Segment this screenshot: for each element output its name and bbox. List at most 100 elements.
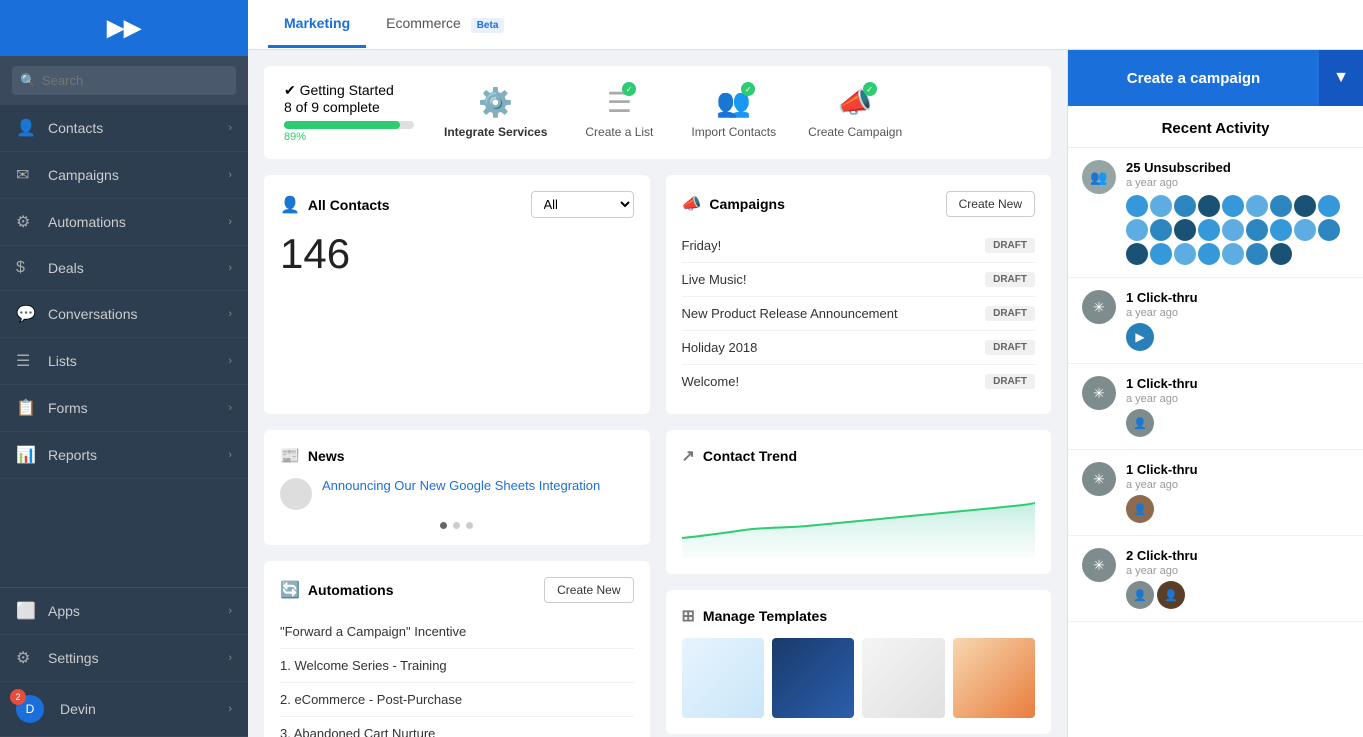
sidebar-item-automations[interactable]: ⚙ Automations ›	[0, 199, 248, 246]
draft-badge: DRAFT	[985, 272, 1035, 287]
news-dot[interactable]	[453, 522, 460, 529]
sidebar-item-lists[interactable]: ☰ Lists ›	[0, 338, 248, 385]
mini-avatar	[1150, 243, 1172, 265]
gs-step-integrate[interactable]: ⚙️ Integrate Services	[444, 86, 547, 139]
activity-item: ✳ 1 Click-thru a year ago 👤	[1068, 450, 1363, 536]
check-badge: ✓	[741, 82, 755, 96]
play-icon[interactable]: ▶	[1126, 323, 1154, 351]
create-campaign-button[interactable]: Create a campaign	[1068, 50, 1319, 106]
sidebar-item-campaigns[interactable]: ✉ Campaigns ›	[0, 152, 248, 199]
chevron-right-icon: ›	[228, 169, 232, 181]
campaigns-title: Campaigns	[709, 196, 784, 212]
chevron-right-icon: ›	[228, 402, 232, 414]
news-article-link[interactable]: Announcing Our New Google Sheets Integra…	[322, 478, 600, 493]
mini-avatar	[1246, 195, 1268, 217]
create-campaign-dropdown-button[interactable]: ▼	[1319, 50, 1363, 106]
cards-grid-row1: 👤 All Contacts All This Week This Month …	[264, 175, 1051, 414]
gs-step-list[interactable]: ☰ ✓ Create a List	[579, 86, 659, 139]
template-thumb[interactable]	[862, 638, 944, 718]
beta-badge: Beta	[471, 18, 505, 33]
campaign-item[interactable]: New Product Release Announcement DRAFT	[682, 297, 1036, 331]
template-thumb[interactable]	[953, 638, 1035, 718]
search-input[interactable]	[12, 66, 236, 95]
campaign-item[interactable]: Friday! DRAFT	[682, 229, 1036, 263]
campaign-item[interactable]: Live Music! DRAFT	[682, 263, 1036, 297]
activity-time: a year ago	[1126, 307, 1349, 319]
news-dot[interactable]	[466, 522, 473, 529]
mini-avatar	[1150, 195, 1172, 217]
gs-step-campaign[interactable]: 📣 ✓ Create Campaign	[808, 86, 902, 139]
progress-bar-container	[284, 121, 414, 129]
templates-icon: ⊞	[682, 606, 695, 626]
contacts-filter-select[interactable]: All This Week This Month	[531, 191, 634, 218]
tab-ecommerce[interactable]: Ecommerce Beta	[370, 1, 520, 48]
auto-item[interactable]: "Forward a Campaign" Incentive	[280, 615, 634, 649]
search-icon: 🔍	[20, 73, 36, 89]
sidebar-item-user[interactable]: D 2 Devin ›	[0, 682, 248, 737]
template-thumb[interactable]	[682, 638, 764, 718]
automations-create-button[interactable]: Create New	[544, 577, 633, 603]
sidebar-item-deals[interactable]: $ Deals ›	[0, 246, 248, 291]
gs-step-import[interactable]: 👥 ✓ Import Contacts	[691, 86, 776, 139]
sidebar-item-settings[interactable]: ⚙ Settings ›	[0, 635, 248, 682]
mini-avatar	[1174, 195, 1196, 217]
campaign-name: Holiday 2018	[682, 340, 758, 355]
activity-content: 25 Unsubscribed a year ago	[1126, 160, 1349, 265]
tab-marketing[interactable]: Marketing	[268, 1, 366, 48]
activity-list: 👥 25 Unsubscribed a year ago	[1068, 148, 1363, 737]
activity-content: 2 Click-thru a year ago 👤 👤	[1126, 548, 1349, 609]
sidebar-item-label: Apps	[48, 603, 228, 619]
sidebar-item-label: Reports	[48, 447, 228, 463]
chevron-right-icon: ›	[228, 216, 232, 228]
activity-time: a year ago	[1126, 565, 1349, 577]
sidebar-item-conversations[interactable]: 💬 Conversations ›	[0, 291, 248, 338]
reports-icon: 📊	[16, 445, 38, 465]
contacts-count: 146	[280, 230, 634, 278]
contacts-filter[interactable]: All This Week This Month	[531, 191, 634, 218]
person-avatar: 👤	[1126, 495, 1154, 523]
gs-title: ✔ Getting Started	[284, 82, 414, 99]
sidebar-item-forms[interactable]: 📋 Forms ›	[0, 385, 248, 432]
sidebar-item-label: Deals	[48, 260, 228, 276]
news-dot[interactable]	[440, 522, 447, 529]
mini-avatar	[1174, 243, 1196, 265]
news-dots	[280, 522, 634, 529]
activity-action: 2 Click-thru	[1126, 548, 1349, 563]
sidebar-header: ▶▶	[0, 0, 248, 56]
right-panel: Create a campaign ▼ Recent Activity 👥 25…	[1067, 50, 1363, 737]
activity-time: a year ago	[1126, 479, 1349, 491]
sidebar-item-reports[interactable]: 📊 Reports ›	[0, 432, 248, 479]
auto-item[interactable]: 3. Abandoned Cart Nurture	[280, 717, 634, 737]
manage-templates-card: ⊞ Manage Templates	[666, 590, 1052, 734]
sidebar: ▶▶ 🔍 👤 Contacts › ✉ Campaigns › ⚙ Automa…	[0, 0, 248, 737]
activity-time: a year ago	[1126, 393, 1349, 405]
template-thumb[interactable]	[772, 638, 854, 718]
auto-item[interactable]: 2. eCommerce - Post-Purchase	[280, 683, 634, 717]
gs-step-label: Create Campaign	[808, 125, 902, 139]
campaigns-create-button[interactable]: Create New	[946, 191, 1035, 217]
content-area: ✔ Getting Started 8 of 9 complete 89% ⚙️…	[248, 50, 1363, 737]
check-badge: ✓	[863, 82, 877, 96]
import-icon: 👥 ✓	[716, 86, 751, 119]
campaign-item[interactable]: Welcome! DRAFT	[682, 365, 1036, 398]
sidebar-item-apps[interactable]: ⬜ Apps ›	[0, 588, 248, 635]
auto-item[interactable]: 1. Welcome Series - Training	[280, 649, 634, 683]
trend-title: Contact Trend	[703, 448, 797, 464]
main-content: Marketing Ecommerce Beta ✔ Getting Start…	[248, 0, 1363, 737]
gs-steps: ⚙️ Integrate Services ☰ ✓ Create a List	[444, 86, 902, 139]
campaign-name: Friday!	[682, 238, 722, 253]
activity-action: 1 Click-thru	[1126, 290, 1349, 305]
campaign-item[interactable]: Holiday 2018 DRAFT	[682, 331, 1036, 365]
campaigns-card: 📣 Campaigns Create New Friday! DRAFT Liv…	[666, 175, 1052, 414]
news-icon: 📰	[280, 446, 300, 466]
double-avatar: 👤 👤	[1126, 581, 1349, 609]
user-name-label: Devin	[60, 701, 228, 717]
news-avatar	[280, 478, 312, 510]
mini-avatar	[1246, 243, 1268, 265]
gs-subtitle: 8 of 9 complete	[284, 99, 414, 115]
activity-content: 1 Click-thru a year ago ▶	[1126, 290, 1349, 351]
chevron-right-icon: ›	[228, 262, 232, 274]
sidebar-item-contacts[interactable]: 👤 Contacts ›	[0, 105, 248, 152]
check-badge: ✓	[622, 82, 636, 96]
mini-avatar	[1126, 219, 1148, 241]
